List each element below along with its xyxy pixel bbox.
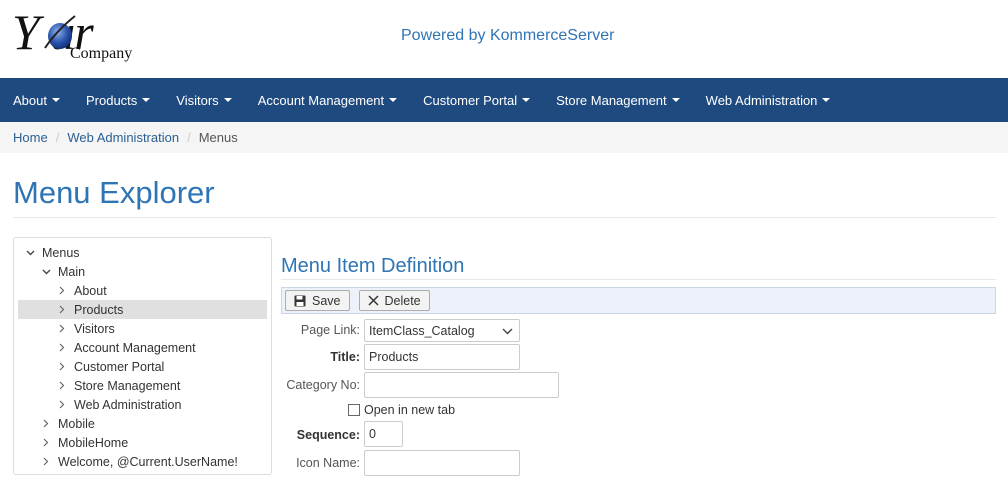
tree-item-about[interactable]: About [18,281,267,300]
chevron-right-icon[interactable] [38,419,54,428]
tree-item-label: Store Management [74,378,181,393]
section-divider [281,279,996,280]
nav-visitors[interactable]: Visitors [176,93,232,108]
nav-web-administration[interactable]: Web Administration [706,93,831,108]
logo-company-text: Company [70,45,133,62]
icon-name-label: Icon Name: [296,456,360,470]
tree-item-customer-portal[interactable]: Customer Portal [18,357,267,376]
chevron-right-icon[interactable] [54,362,70,371]
chevron-right-icon[interactable] [38,438,54,447]
tree-item-label: Menus [42,245,80,260]
page-link-label: Page Link: [300,323,360,337]
tree-item-label: MobileHome [58,435,129,450]
breadcrumb-separator: / [55,130,60,145]
form-toolbar: Save Delete [281,287,996,314]
open-new-tab-checkbox[interactable] [348,404,360,416]
caret-down-icon [671,98,680,102]
page-link-select[interactable]: ItemClass_Catalog [364,319,520,342]
tree-item-label: Account Management [74,340,196,355]
nav-about[interactable]: About [13,93,60,108]
tree-item-label: Web Administration [74,397,182,412]
breadcrumb-separator: / [187,130,191,145]
save-icon [294,295,306,306]
title-field[interactable]: Products [364,344,520,370]
breadcrumb-home[interactable]: Home [13,130,48,145]
site-header: Y ur Company Powered by KommerceServer [0,0,1008,78]
caret-down-icon [822,98,831,102]
caret-down-icon [522,98,531,102]
tree-item-visitors[interactable]: Visitors [18,319,267,338]
caret-down-icon [142,98,151,102]
chevron-right-icon[interactable] [38,457,54,466]
title-divider [13,217,996,218]
chevron-down-icon[interactable] [38,269,54,275]
tree-item-label: Welcome, @Current.UserName! [58,454,238,469]
chevron-right-icon[interactable] [54,305,70,314]
tree-item-menus[interactable]: Menus [18,243,267,262]
tree-item-web-administration[interactable]: Web Administration [18,395,267,414]
close-icon [367,295,379,306]
chevron-right-icon[interactable] [54,400,70,409]
tree-item-label: Mobile [58,416,95,431]
caret-down-icon [389,98,398,102]
company-logo[interactable]: Y ur Company [12,4,147,70]
icon-name-field[interactable] [364,450,520,476]
title-value: Products [369,350,419,364]
sequence-field[interactable]: 0 [364,421,403,447]
tree-item-mobilehome[interactable]: MobileHome [18,433,267,452]
tree-item-label: Main [58,264,86,279]
main-navbar: About Products Visitors Account Manageme… [0,78,1008,122]
save-button[interactable]: Save [285,290,350,311]
chevron-down-icon [502,328,513,335]
breadcrumb-web-administration[interactable]: Web Administration [67,130,179,145]
category-no-label: Category No: [286,378,360,392]
page-title: Menu Explorer [13,175,215,210]
tree-item-account-management[interactable]: Account Management [18,338,267,357]
breadcrumb-current: Menus [198,130,238,145]
sequence-label: Sequence: [296,428,360,442]
title-label: Title: [330,350,360,364]
tree-item-products[interactable]: Products [18,300,267,319]
nav-store-management[interactable]: Store Management [556,93,680,108]
chevron-right-icon[interactable] [54,286,70,295]
tree-item-mobile[interactable]: Mobile [18,414,267,433]
page-link-value: ItemClass_Catalog [369,323,475,338]
delete-button[interactable]: Delete [358,290,430,311]
caret-down-icon [51,98,60,102]
tree-item-label: Customer Portal [74,359,165,374]
tree-item-label: About [74,283,107,298]
tree-item-welcome[interactable]: Welcome, @Current.UserName! [18,452,267,471]
tree-item-main[interactable]: Main [18,262,267,281]
chevron-down-icon[interactable] [22,250,38,256]
delete-label: Delete [384,293,421,308]
chevron-right-icon[interactable] [54,381,70,390]
sequence-value: 0 [369,427,376,441]
nav-products[interactable]: Products [86,93,151,108]
chevron-right-icon[interactable] [54,343,70,352]
tree-item-label: Products [74,302,124,317]
tree-item-store-management[interactable]: Store Management [18,376,267,395]
category-no-field[interactable] [364,372,559,398]
nav-account-management[interactable]: Account Management [258,93,398,108]
powered-by-text: Powered by KommerceServer [401,27,615,44]
open-new-tab-label: Open in new tab [364,403,456,417]
tree-item-label: Visitors [74,321,115,336]
breadcrumb: Home / Web Administration / Menus [0,122,1008,153]
caret-down-icon [223,98,232,102]
chevron-right-icon[interactable] [54,324,70,333]
save-label: Save [312,293,341,308]
menu-tree-panel: Menus Main About Products Visitors Accou… [13,237,272,475]
nav-customer-portal[interactable]: Customer Portal [423,93,531,108]
menu-item-definition-title: Menu Item Definition [281,255,465,277]
